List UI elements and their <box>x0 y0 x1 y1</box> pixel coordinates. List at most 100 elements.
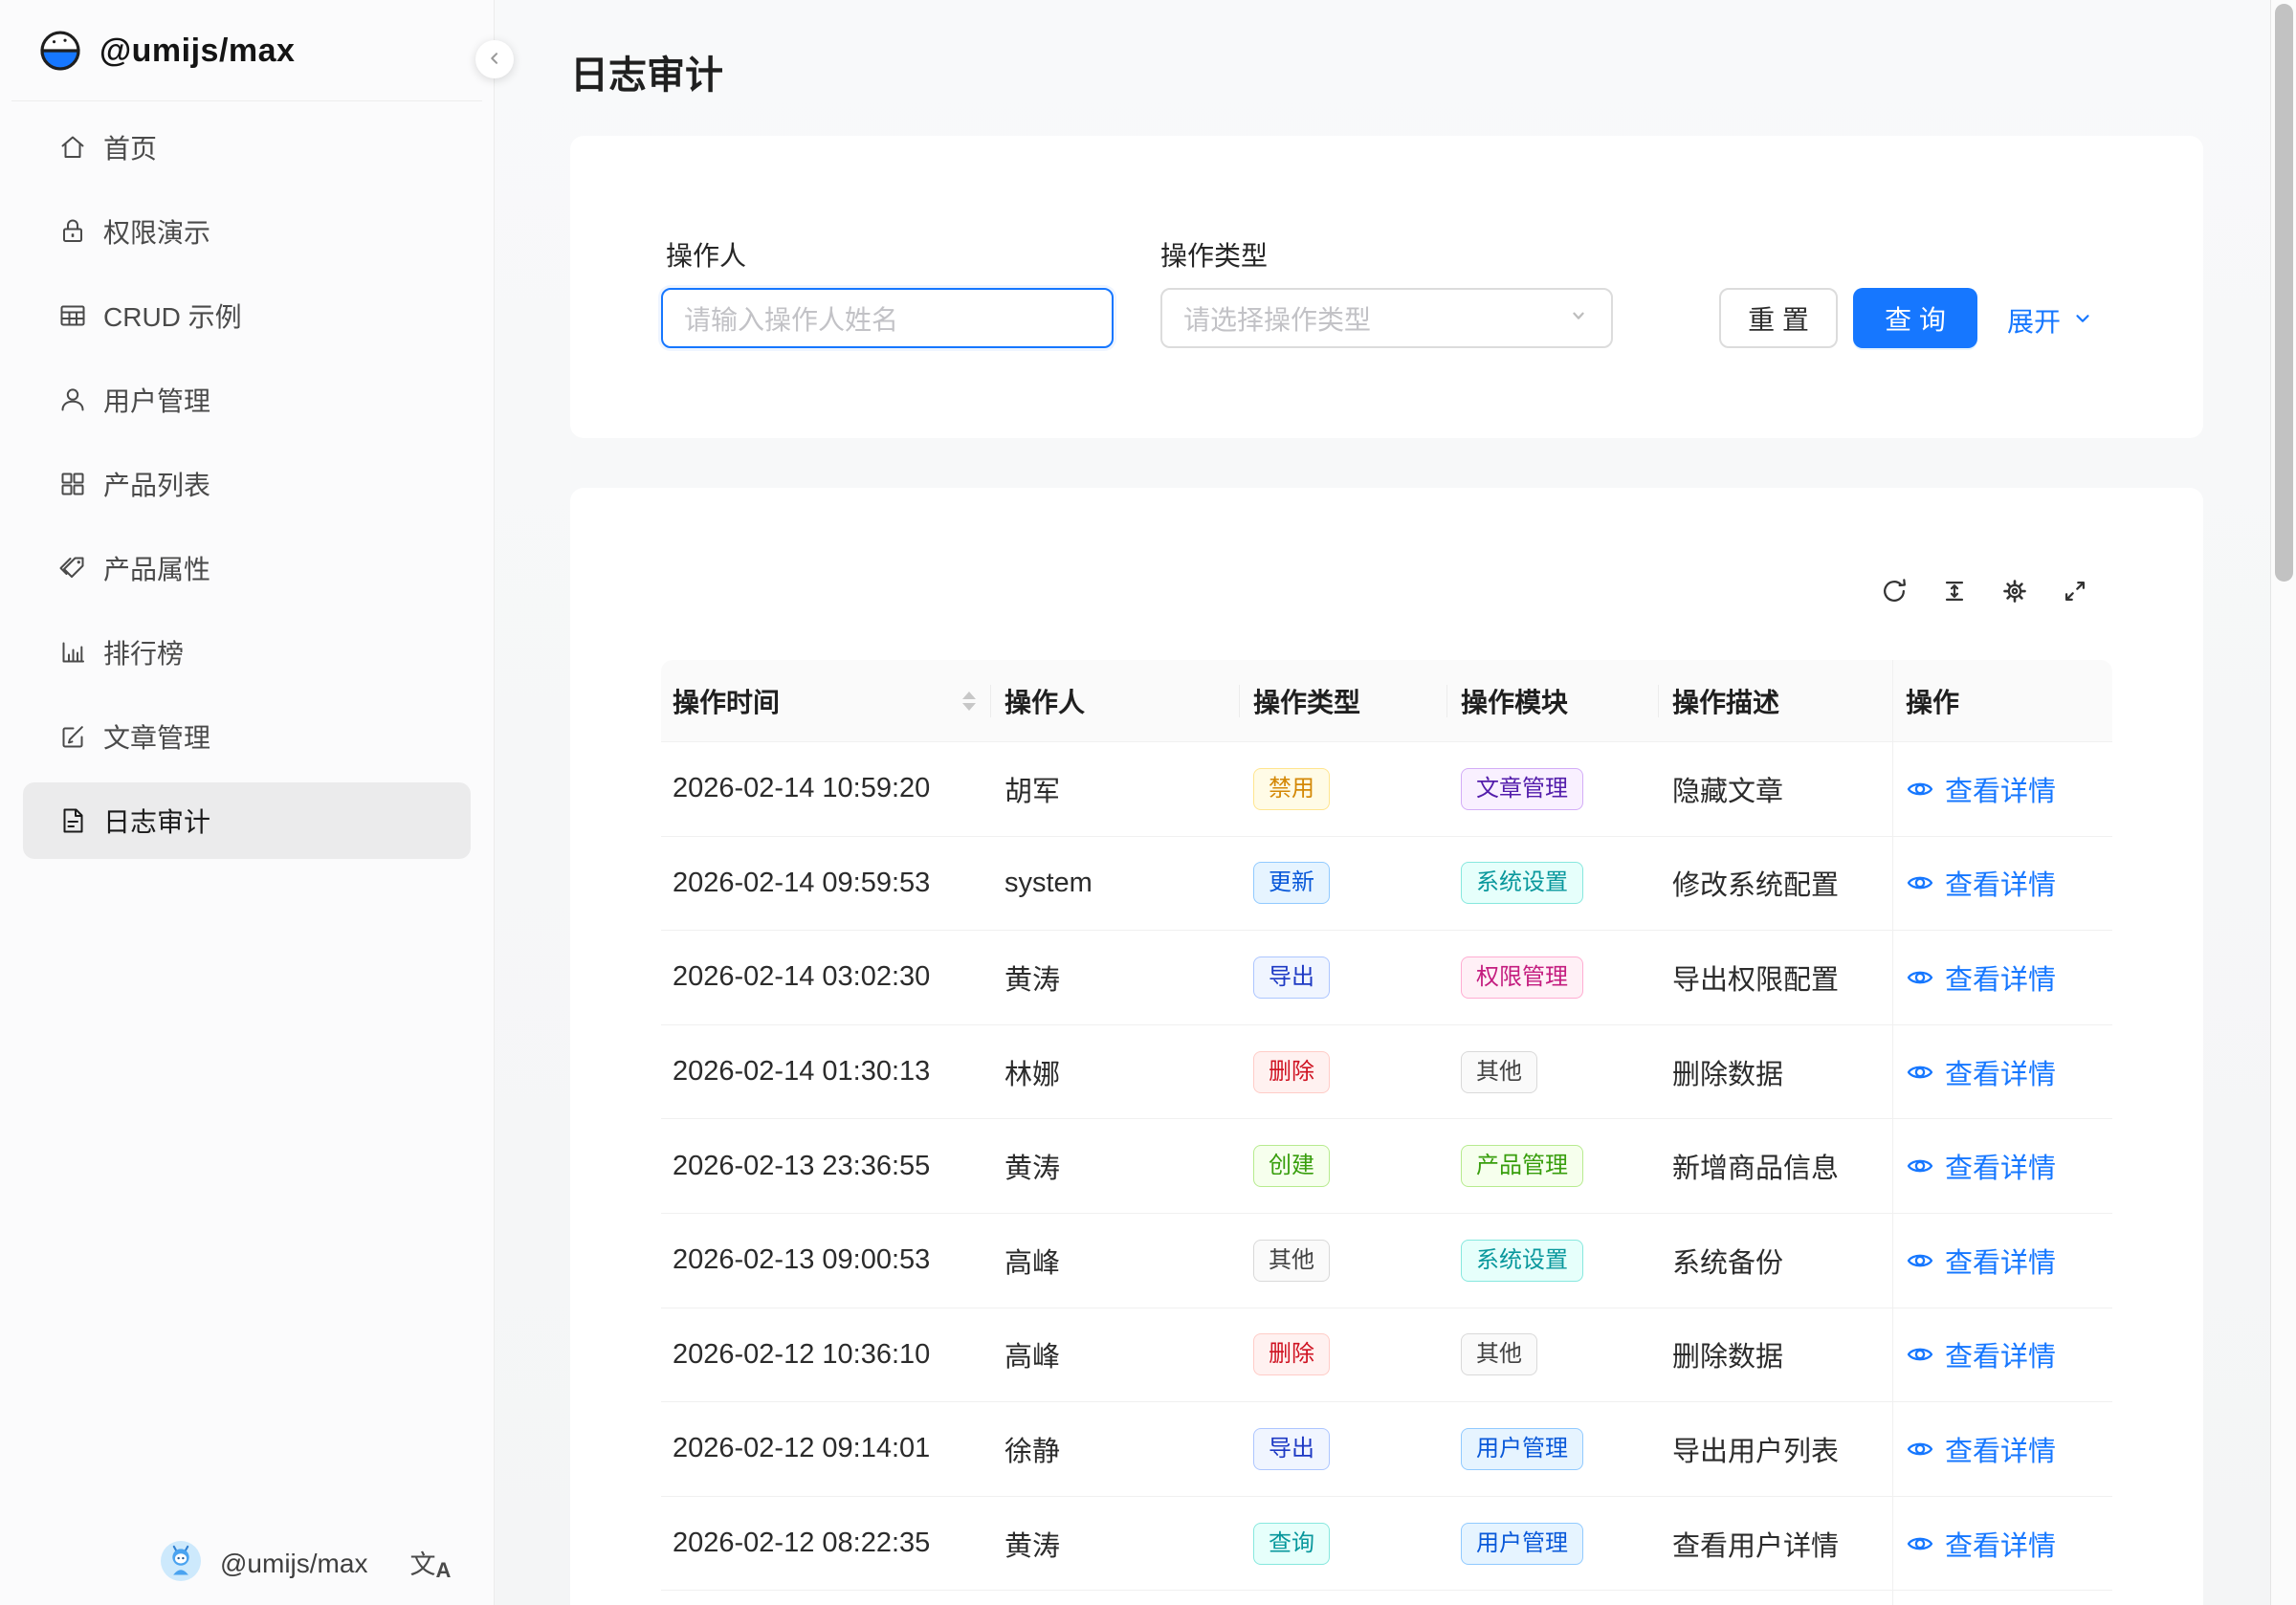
view-detail-label: 查看详情 <box>1945 1146 2056 1186</box>
fixed-column-border <box>1892 660 1893 1605</box>
tag-blue: 用户管理 <box>1461 1428 1583 1470</box>
cell-time: 2026-02-12 08:22:35 <box>661 1528 991 1559</box>
table-row: 2026-02-14 09:59:53system更新系统设置修改系统配置查看详… <box>661 837 2112 932</box>
reload-icon[interactable] <box>1880 577 1909 605</box>
operator-input[interactable]: 请输入操作人姓名 <box>661 288 1114 348</box>
sidebar-collapse-button[interactable] <box>475 40 514 78</box>
view-detail-link[interactable]: 查看详情 <box>1906 769 2056 809</box>
view-detail-link[interactable]: 查看详情 <box>1906 1146 2056 1186</box>
log-table-card: 操作时间 操作人 操作类型 操作模块 操作描述 <box>570 488 2203 1605</box>
table-row: 2026-02-12 08:22:35黄涛查询用户管理查看用户详情查看详情 <box>661 1497 2112 1592</box>
sidebar-menu: 首页权限演示 CRUD 示例用户管理产品列表产品属性排行榜文章管理日志审计 <box>23 109 471 867</box>
sidebar-item-label: 权限演示 <box>103 212 210 251</box>
bar-chart-icon <box>57 637 88 668</box>
sidebar-item-label: 产品属性 <box>103 549 210 587</box>
column-height-icon[interactable] <box>1940 577 1969 605</box>
table-row: 2026-02-12 09:14:01徐静导出用户管理导出用户列表查看详情 <box>661 1402 2112 1497</box>
tag-red: 删除 <box>1253 1333 1330 1375</box>
table-body: 2026-02-14 10:59:20胡军禁用文章管理隐藏文章查看详情2026-… <box>661 742 2112 1591</box>
user-avatar[interactable] <box>161 1541 201 1586</box>
view-detail-label: 查看详情 <box>1945 957 2056 998</box>
operator-input-placeholder: 请输入操作人姓名 <box>684 299 898 338</box>
cell-operator: system <box>991 868 1240 899</box>
tag-default: 其他 <box>1461 1333 1537 1375</box>
sidebar-item-home[interactable]: 首页 <box>23 109 471 186</box>
sidebar-item-user[interactable]: 用户管理 <box>23 362 471 438</box>
sidebar-item-form[interactable]: 文章管理 <box>23 698 471 775</box>
view-detail-label: 查看详情 <box>1945 1241 2056 1281</box>
column-header-actions: 操作 <box>1892 660 2112 741</box>
operator-label: 操作人 <box>666 235 746 274</box>
cell-module: 用户管理 <box>1447 1428 1659 1470</box>
tags-icon <box>57 553 88 583</box>
cell-time: 2026-02-14 01:30:13 <box>661 1056 991 1088</box>
cell-operation-type: 其他 <box>1240 1240 1447 1282</box>
sidebar-item-table[interactable]: CRUD 示例 <box>23 277 471 354</box>
sidebar-item-label: 用户管理 <box>103 381 210 419</box>
cell-operation-type: 创建 <box>1240 1145 1447 1187</box>
tag-geekblue: 导出 <box>1253 956 1330 999</box>
view-detail-link[interactable]: 查看详情 <box>1906 1429 2056 1469</box>
brand: @umijs/max <box>38 29 295 73</box>
cell-actions: 查看详情 <box>1892 1334 2112 1374</box>
sorter-icon[interactable] <box>962 692 976 711</box>
settings-gear-icon[interactable] <box>2000 577 2029 605</box>
cell-operator: 胡军 <box>991 769 1240 809</box>
operation-type-select[interactable]: 请选择操作类型 <box>1160 288 1613 348</box>
view-detail-link[interactable]: 查看详情 <box>1906 1524 2056 1564</box>
reset-button[interactable]: 重 置 <box>1719 288 1838 348</box>
chevron-left-icon <box>484 48 505 72</box>
cell-actions: 查看详情 <box>1892 957 2112 998</box>
tag-default: 其他 <box>1253 1240 1330 1282</box>
sidebar-item-bar-chart[interactable]: 排行榜 <box>23 614 471 691</box>
cell-description: 隐藏文章 <box>1659 769 1892 809</box>
page-scrollbar <box>2270 0 2296 1605</box>
table-row: 2026-02-14 01:30:13林娜删除其他删除数据查看详情 <box>661 1025 2112 1120</box>
translate-icon[interactable]: 文A <box>409 1544 451 1583</box>
sidebar-item-file-text[interactable]: 日志审计 <box>23 782 471 859</box>
cell-operator: 高峰 <box>991 1241 1240 1281</box>
cell-module: 其他 <box>1447 1333 1659 1375</box>
view-detail-link[interactable]: 查看详情 <box>1906 957 2056 998</box>
home-icon <box>57 132 88 163</box>
tag-cyan: 系统设置 <box>1461 862 1583 904</box>
sidebar-item-appstore[interactable]: 产品列表 <box>23 446 471 522</box>
footer-username[interactable]: @umijs/max <box>220 1549 367 1579</box>
view-detail-link[interactable]: 查看详情 <box>1906 1241 2056 1281</box>
chevron-down-icon <box>2072 305 2093 336</box>
tag-geekblue: 导出 <box>1253 1428 1330 1470</box>
eye-icon <box>1906 868 1934 897</box>
cell-actions: 查看详情 <box>1892 863 2112 903</box>
cell-operation-type: 删除 <box>1240 1051 1447 1093</box>
eye-icon <box>1906 1152 1934 1180</box>
table-icon <box>57 300 88 331</box>
cell-description: 查看用户详情 <box>1659 1524 1892 1564</box>
app-logo-icon <box>38 29 82 73</box>
column-header-time[interactable]: 操作时间 <box>661 660 991 741</box>
table-row: 2026-02-13 23:36:55黄涛创建产品管理新增商品信息查看详情 <box>661 1119 2112 1214</box>
column-header-description: 操作描述 <box>1659 660 1892 741</box>
cell-actions: 查看详情 <box>1892 1241 2112 1281</box>
sidebar-item-label: 产品列表 <box>103 465 210 503</box>
search-button[interactable]: 查 询 <box>1853 288 1977 348</box>
search-filter-card: 操作人 请输入操作人姓名 操作类型 请选择操作类型 重 置 查 询 展开 <box>570 136 2203 438</box>
sidebar-item-tags[interactable]: 产品属性 <box>23 530 471 606</box>
cell-time: 2026-02-13 23:36:55 <box>661 1151 991 1182</box>
tag-green: 产品管理 <box>1461 1145 1583 1187</box>
cell-time: 2026-02-13 09:00:53 <box>661 1244 991 1276</box>
view-detail-link[interactable]: 查看详情 <box>1906 863 2056 903</box>
sidebar-item-lock[interactable]: 权限演示 <box>23 193 471 270</box>
scrollbar-thumb[interactable] <box>2275 4 2293 582</box>
view-detail-link[interactable]: 查看详情 <box>1906 1052 2056 1092</box>
cell-actions: 查看详情 <box>1892 1524 2112 1564</box>
app-window: @umijs/max 首页权限演示CRUD 示例用户管理产品列表产品属性排行榜文… <box>0 0 2296 1605</box>
eye-icon <box>1906 1058 1934 1087</box>
sidebar-item-label: CRUD 示例 <box>103 297 242 335</box>
sidebar-item-label: 日志审计 <box>103 802 210 840</box>
cell-operator: 林娜 <box>991 1052 1240 1092</box>
sidebar-footer: @umijs/max 文A <box>161 1541 451 1586</box>
view-detail-link[interactable]: 查看详情 <box>1906 1334 2056 1374</box>
expand-link[interactable]: 展开 <box>2007 301 2093 340</box>
cell-time: 2026-02-14 09:59:53 <box>661 868 991 899</box>
fullscreen-icon[interactable] <box>2061 577 2089 605</box>
